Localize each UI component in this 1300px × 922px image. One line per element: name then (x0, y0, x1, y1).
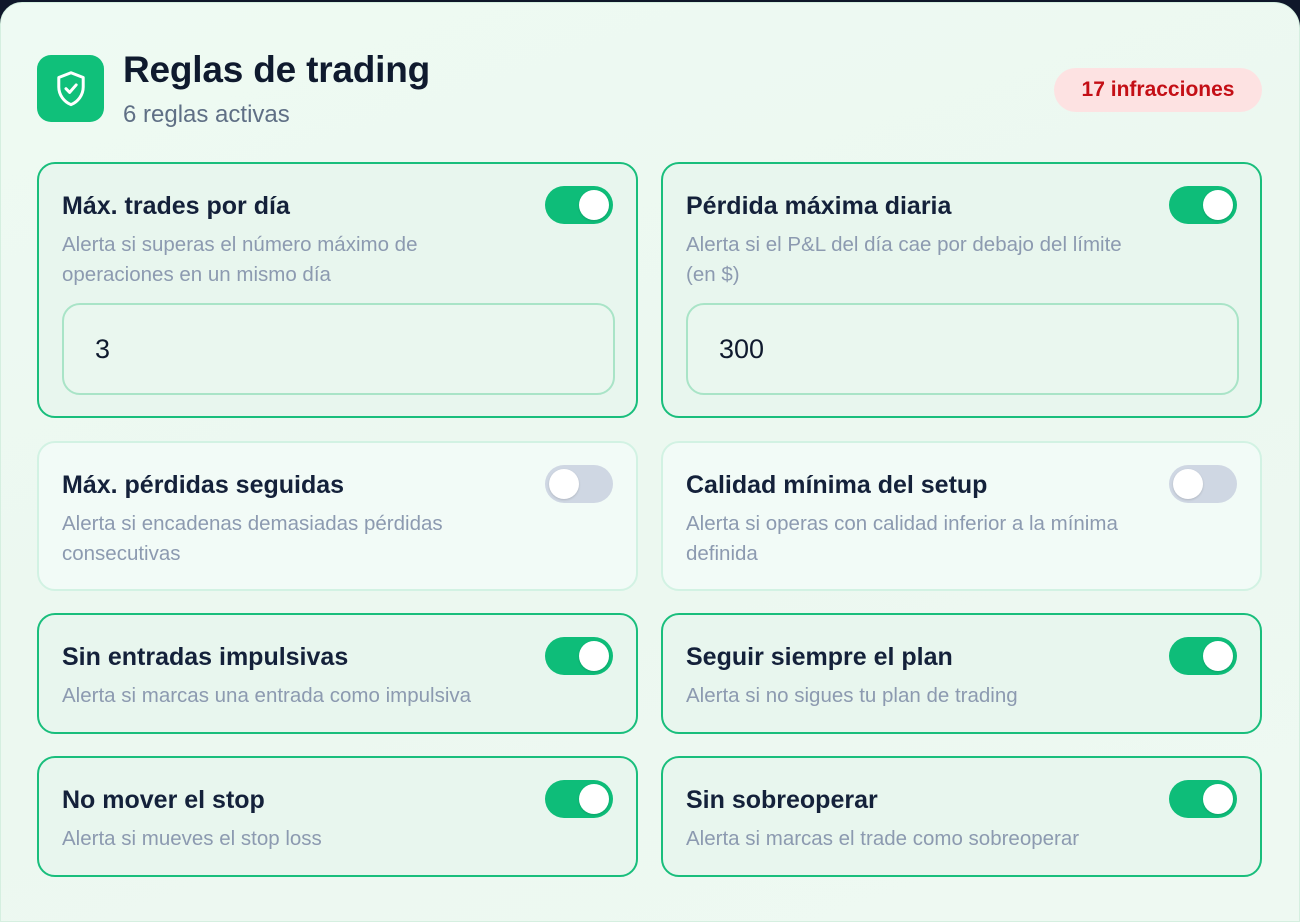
rule-toggle-no-impulsive-entries[interactable] (545, 637, 613, 675)
rule-toggle-max-daily-loss[interactable] (1169, 186, 1237, 224)
shield-check-icon (37, 55, 104, 122)
rule-title: Máx. trades por día (62, 192, 290, 220)
rule-title: Pérdida máxima diaria (686, 192, 952, 220)
active-rules-count: 6 reglas activas (123, 101, 290, 128)
rule-description: Alerta si mueves el stop loss (62, 827, 322, 850)
rule-card-min-setup-quality: Calidad mínima del setup Alerta si opera… (661, 441, 1262, 591)
toggle-knob (1203, 641, 1233, 671)
toggle-knob (579, 784, 609, 814)
toggle-knob (1203, 190, 1233, 220)
toggle-knob (579, 190, 609, 220)
toggle-knob (579, 641, 609, 671)
rule-card-max-daily-loss: Pérdida máxima diaria Alerta si el P&L d… (661, 162, 1262, 418)
rule-card-no-overtrading: Sin sobreoperar Alerta si marcas el trad… (661, 756, 1262, 877)
rule-description: Alerta si marcas una entrada como impuls… (62, 684, 472, 707)
rule-toggle-follow-plan[interactable] (1169, 637, 1237, 675)
rule-title: No mover el stop (62, 786, 265, 814)
rule-description: Alerta si marcas el trade como sobreoper… (686, 827, 1080, 850)
rule-toggle-no-overtrading[interactable] (1169, 780, 1237, 818)
rule-card-max-trades: Máx. trades por día Alerta si superas el… (37, 162, 638, 418)
rule-description: Alerta si el P&L del día cae por debajo … (686, 233, 1122, 286)
max-daily-loss-input[interactable] (686, 303, 1239, 395)
rule-card-no-move-stop: No mover el stop Alerta si mueves el sto… (37, 756, 638, 877)
rule-title: Sin entradas impulsivas (62, 643, 349, 671)
rule-toggle-min-setup-quality[interactable] (1169, 465, 1237, 503)
violations-badge[interactable]: 17 infracciones (1054, 68, 1262, 112)
rule-description: Alerta si superas el número máximo de op… (62, 233, 418, 286)
rule-description: Alerta si encadenas demasiadas pérdidas … (62, 512, 443, 565)
page-title: Reglas de trading (123, 49, 431, 90)
rule-title: Sin sobreoperar (686, 786, 878, 814)
max-trades-input[interactable] (62, 303, 615, 395)
rule-description: Alerta si operas con calidad inferior a … (686, 512, 1118, 565)
rule-description: Alerta si no sigues tu plan de trading (686, 684, 1018, 707)
trading-rules-panel: Reglas de trading 6 reglas activas 17 in… (0, 2, 1300, 922)
rule-toggle-no-move-stop[interactable] (545, 780, 613, 818)
rule-card-max-consecutive-losses: Máx. pérdidas seguidas Alerta si encaden… (37, 441, 638, 591)
toggle-knob (549, 469, 579, 499)
rule-title: Seguir siempre el plan (686, 643, 953, 671)
rule-title: Calidad mínima del setup (686, 471, 988, 499)
rule-card-no-impulsive-entries: Sin entradas impulsivas Alerta si marcas… (37, 613, 638, 734)
toggle-knob (1203, 784, 1233, 814)
rule-toggle-max-trades[interactable] (545, 186, 613, 224)
rule-toggle-max-consecutive-losses[interactable] (545, 465, 613, 503)
rule-title: Máx. pérdidas seguidas (62, 471, 345, 499)
toggle-knob (1173, 469, 1203, 499)
rule-card-follow-plan: Seguir siempre el plan Alerta si no sigu… (661, 613, 1262, 734)
